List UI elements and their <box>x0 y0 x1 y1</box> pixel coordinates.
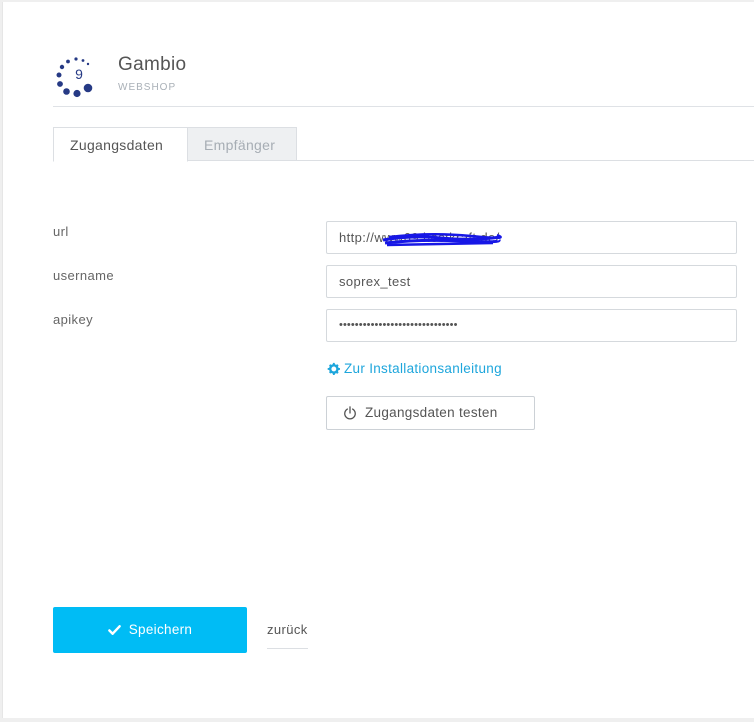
username-label: username <box>53 268 115 283</box>
gambio-logo-icon: 9 <box>56 57 93 98</box>
test-credentials-label: Zugangsdaten testen <box>365 405 498 420</box>
apikey-input[interactable]: •••••••••••••••••••••••••••••• <box>326 309 737 342</box>
installation-guide-link[interactable]: Zur Installationsanleitung <box>327 361 502 376</box>
username-value: soprex_test <box>339 274 411 289</box>
check-icon <box>107 625 121 635</box>
redaction-scribble <box>382 232 502 247</box>
logo-letter: 9 <box>75 66 83 82</box>
installation-guide-label: Zur Installationsanleitung <box>344 361 502 376</box>
brand-subtitle: WEBSHOP <box>118 82 177 93</box>
url-label: url <box>53 224 69 239</box>
tab-zugangsdaten[interactable]: Zugangsdaten <box>53 127 188 162</box>
brand-title: Gambio <box>118 54 187 75</box>
test-credentials-button[interactable]: Zugangsdaten testen <box>326 396 535 430</box>
apikey-value: •••••••••••••••••••••••••••••• <box>339 319 458 331</box>
back-link[interactable]: zurück <box>267 622 308 649</box>
apikey-label: apikey <box>53 312 93 327</box>
tab-bar: Zugangsdaten Empfänger <box>53 127 754 162</box>
settings-panel: 9 Gambio WEBSHOP Zugangsdaten Empfänger … <box>2 2 754 718</box>
save-button-label: Speichern <box>128 622 193 637</box>
power-icon <box>344 406 356 420</box>
save-button[interactable]: Speichern <box>53 607 247 653</box>
gear-icon <box>327 362 340 375</box>
username-input[interactable]: soprex_test <box>326 265 737 298</box>
url-input[interactable]: http://www69.hostkraft.de/ <box>326 221 737 254</box>
header-divider <box>53 106 754 107</box>
tab-empfaenger[interactable]: Empfänger <box>188 127 297 161</box>
